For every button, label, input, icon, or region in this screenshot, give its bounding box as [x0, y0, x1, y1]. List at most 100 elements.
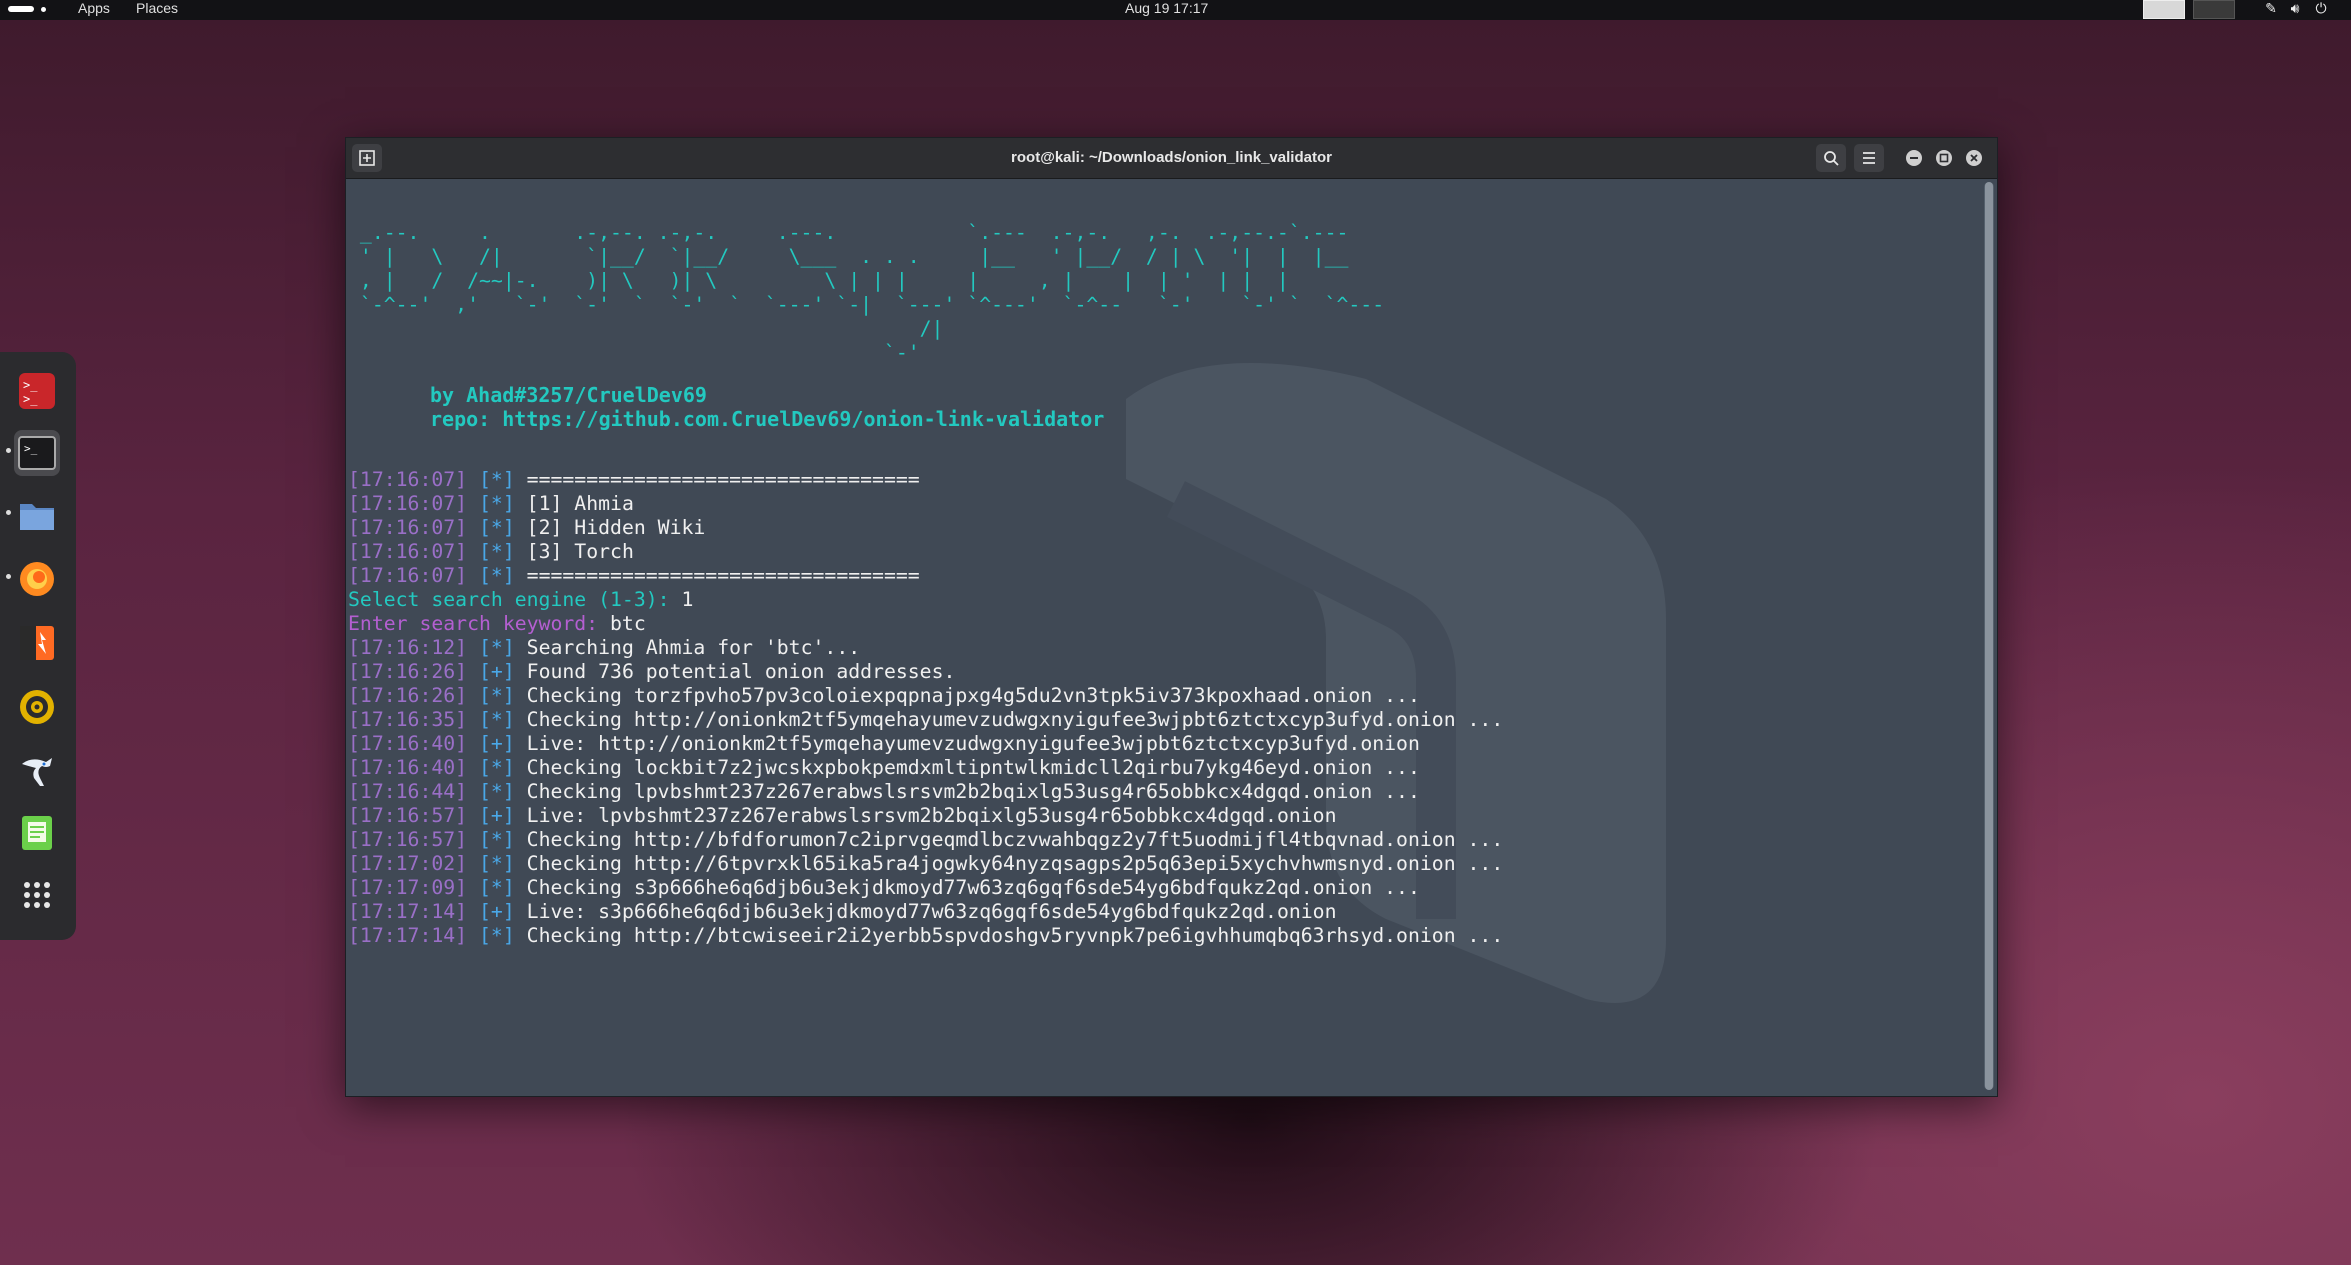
log-status-tag: [+] — [479, 900, 515, 923]
burpsuite-icon — [20, 626, 54, 660]
log-timestamp: [17:16:26] — [348, 660, 468, 683]
log-message: ================================= — [526, 468, 920, 491]
workspace-indicator-active — [8, 6, 34, 12]
log-status-tag: [*] — [479, 636, 515, 659]
log-status-tag: [*] — [479, 924, 515, 947]
log-line: [17:17:14] [+] Live: s3p666he6q6djb6u3ek… — [348, 900, 1503, 924]
svg-text:>_: >_ — [23, 392, 38, 406]
author-credit: by Ahad#3257/CruelDev69 — [430, 383, 707, 407]
log-line: [17:17:02] [*] Checking http://6tpvrxkl6… — [348, 852, 1503, 876]
log-message: [2] Hidden Wiki — [526, 516, 706, 539]
repo-link: repo: https://github.com.CruelDev69/onio… — [430, 407, 1105, 431]
search-icon — [1824, 151, 1839, 166]
log-line: [17:16:07] [*] =========================… — [348, 468, 1503, 492]
log-line: [17:16:07] [*] [2] Hidden Wiki — [348, 516, 1503, 540]
dash-item-burpsuite[interactable] — [14, 620, 60, 666]
log-timestamp: [17:17:14] — [348, 900, 468, 923]
log-message: Checking lpvbshmt237z267erabwslsrsvm2b2b… — [526, 780, 1420, 803]
log-message: Searching Ahmia for 'btc'... — [526, 636, 861, 659]
log-line: Enter search keyword: btc — [348, 612, 1503, 636]
clock[interactable]: Aug 19 17:17 — [1125, 0, 1208, 16]
log-status-tag: [+] — [479, 804, 515, 827]
log-status-tag: [*] — [479, 468, 515, 491]
dash-item-terminal[interactable]: >_ — [6, 430, 60, 476]
minimize-button[interactable] — [1906, 150, 1922, 166]
window-title: root@kali: ~/Downloads/onion_link_valida… — [1011, 149, 1332, 166]
log-message: Checking http://btcwiseeir2i2yerbb5spvdo… — [526, 924, 1504, 947]
maximize-button[interactable] — [1936, 150, 1952, 166]
log-timestamp: [17:16:12] — [348, 636, 468, 659]
log-line: [17:16:26] [+] Found 736 potential onion… — [348, 660, 1503, 684]
maximize-icon — [1939, 153, 1949, 163]
apps-menu[interactable]: Apps — [78, 0, 110, 16]
keyword-prompt: Enter search keyword: — [348, 612, 611, 635]
ascii-banner: _.--. . .-,--. .-,-. .---. `.--- .-,-. ,… — [348, 221, 1384, 365]
close-icon — [1970, 154, 1978, 162]
log-status-tag: [*] — [479, 540, 515, 563]
log-timestamp: [17:16:07] — [348, 516, 468, 539]
log-timestamp: [17:16:40] — [348, 732, 468, 755]
log-status-tag: [*] — [479, 708, 515, 731]
log-message: Checking http://6tpvrxkl65ika5ra4jogwky6… — [526, 852, 1504, 875]
root-terminal-icon: >_ >_ — [19, 373, 55, 409]
log-timestamp: [17:16:44] — [348, 780, 468, 803]
log-status-tag: [*] — [479, 852, 515, 875]
folder-icon — [20, 504, 54, 530]
workspace-2-thumbnail[interactable] — [2193, 0, 2235, 19]
log-message: Found 736 potential onion addresses. — [526, 660, 956, 683]
dash-item-text-editor[interactable] — [14, 810, 60, 856]
dash-item-kali-tool[interactable] — [14, 748, 60, 794]
log-timestamp: [17:16:07] — [348, 564, 468, 587]
engine-prompt: Select search engine (1-3): — [348, 588, 682, 611]
log-line: [17:16:57] [*] Checking http://bfdforumo… — [348, 828, 1503, 852]
log-timestamp: [17:16:07] — [348, 540, 468, 563]
log-timestamp: [17:16:07] — [348, 492, 468, 515]
log-line: [17:16:44] [*] Checking lpvbshmt237z267e… — [348, 780, 1503, 804]
terminal-icon: >_ — [18, 436, 56, 470]
log-message: Checking http://bfdforumon7c2iprvgeqmdlb… — [526, 828, 1504, 851]
workspace-indicator-dot — [41, 7, 46, 12]
log-message: Checking torzfpvho57pv3coloiexpqpnajpxg4… — [526, 684, 1420, 707]
svg-text:>_: >_ — [23, 378, 38, 392]
log-line: [17:16:35] [*] Checking http://onionkm2t… — [348, 708, 1503, 732]
power-icon[interactable]: ⏻ — [2312, 0, 2330, 18]
text-editor-icon — [22, 816, 52, 850]
scrollbar-thumb[interactable] — [1985, 182, 1993, 1090]
color-picker-icon[interactable]: ✎ — [2262, 0, 2280, 18]
close-button[interactable] — [1966, 150, 1982, 166]
places-menu[interactable]: Places — [136, 0, 178, 16]
dash-item-radar[interactable] — [14, 684, 60, 730]
activities-button[interactable] — [8, 4, 46, 14]
log-message: ================================= — [526, 564, 920, 587]
top-bar: Apps Places Aug 19 17:17 ✎ 🔊︎ ⏻ — [0, 0, 2351, 20]
log-status-tag: [*] — [479, 564, 515, 587]
log-line: [17:16:07] [*] =========================… — [348, 564, 1503, 588]
log-status-tag: [*] — [479, 492, 515, 515]
log-message: [1] Ahmia — [526, 492, 634, 515]
banner-line: `-^--' ,' `-' `-' ` `-' ` `---' `-| `---… — [348, 293, 1385, 316]
log-timestamp: [17:16:57] — [348, 804, 468, 827]
hamburger-menu-icon — [1863, 152, 1875, 164]
window-titlebar[interactable]: root@kali: ~/Downloads/onion_link_valida… — [346, 138, 1997, 179]
log-line: [17:16:57] [+] Live: lpvbshmt237z267erab… — [348, 804, 1503, 828]
log-status-tag: [*] — [479, 876, 515, 899]
dash-item-show-apps[interactable] — [14, 872, 60, 918]
volume-icon[interactable]: 🔊︎ — [2286, 0, 2304, 18]
log-timestamp: [17:17:09] — [348, 876, 468, 899]
minimize-icon — [1910, 157, 1918, 159]
menu-button[interactable] — [1854, 144, 1884, 172]
search-button[interactable] — [1816, 144, 1846, 172]
dash-item-files[interactable] — [6, 492, 60, 538]
log-message: Checking lockbit7z2jwcskxpbokpemdxmltipn… — [526, 756, 1420, 779]
scrollbar[interactable] — [1984, 182, 1994, 1090]
terminal-log: [17:16:07] [*] =========================… — [348, 468, 1503, 948]
log-timestamp: [17:16:40] — [348, 756, 468, 779]
workspace-1-thumbnail[interactable] — [2143, 0, 2185, 19]
dash-item-firefox[interactable] — [6, 556, 60, 602]
dash-item-root-terminal[interactable]: >_ >_ — [14, 368, 60, 414]
terminal-screen[interactable]: _.--. . .-,--. .-,-. .---. `.--- .-,-. ,… — [346, 179, 1982, 1096]
radar-icon — [20, 690, 54, 724]
log-message: Live: s3p666he6q6djb6u3ekjdkmoyd77w63zq6… — [526, 900, 1337, 923]
banner-line: ' | \ /| `|__/ `|__/ \___ . . . |__ ' |_… — [348, 245, 1361, 268]
terminal-window[interactable]: root@kali: ~/Downloads/onion_link_valida… — [345, 137, 1998, 1097]
